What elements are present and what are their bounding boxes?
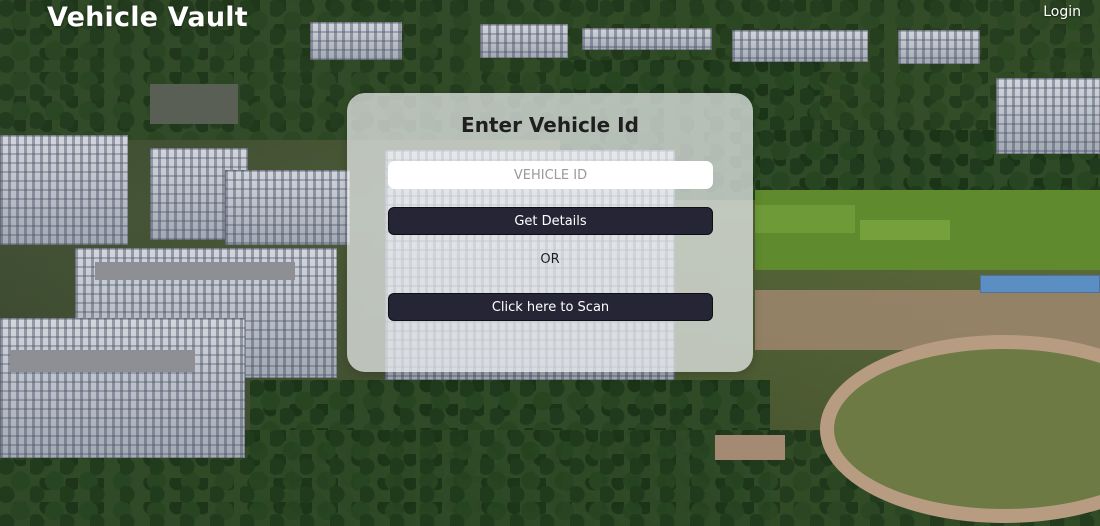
brand-title: Vehicle Vault [47, 2, 248, 33]
page: Vehicle Vault Login Enter Vehicle Id Get… [0, 0, 1100, 526]
or-divider-label: OR [540, 252, 560, 267]
login-link[interactable]: Login [1043, 4, 1081, 20]
get-details-button[interactable]: Get Details [388, 207, 713, 235]
vehicle-id-input[interactable] [388, 161, 713, 189]
scan-button[interactable]: Click here to Scan [388, 293, 713, 321]
card-title: Enter Vehicle Id [461, 113, 639, 137]
vehicle-id-card: Enter Vehicle Id Get Details OR Click he… [347, 93, 753, 372]
